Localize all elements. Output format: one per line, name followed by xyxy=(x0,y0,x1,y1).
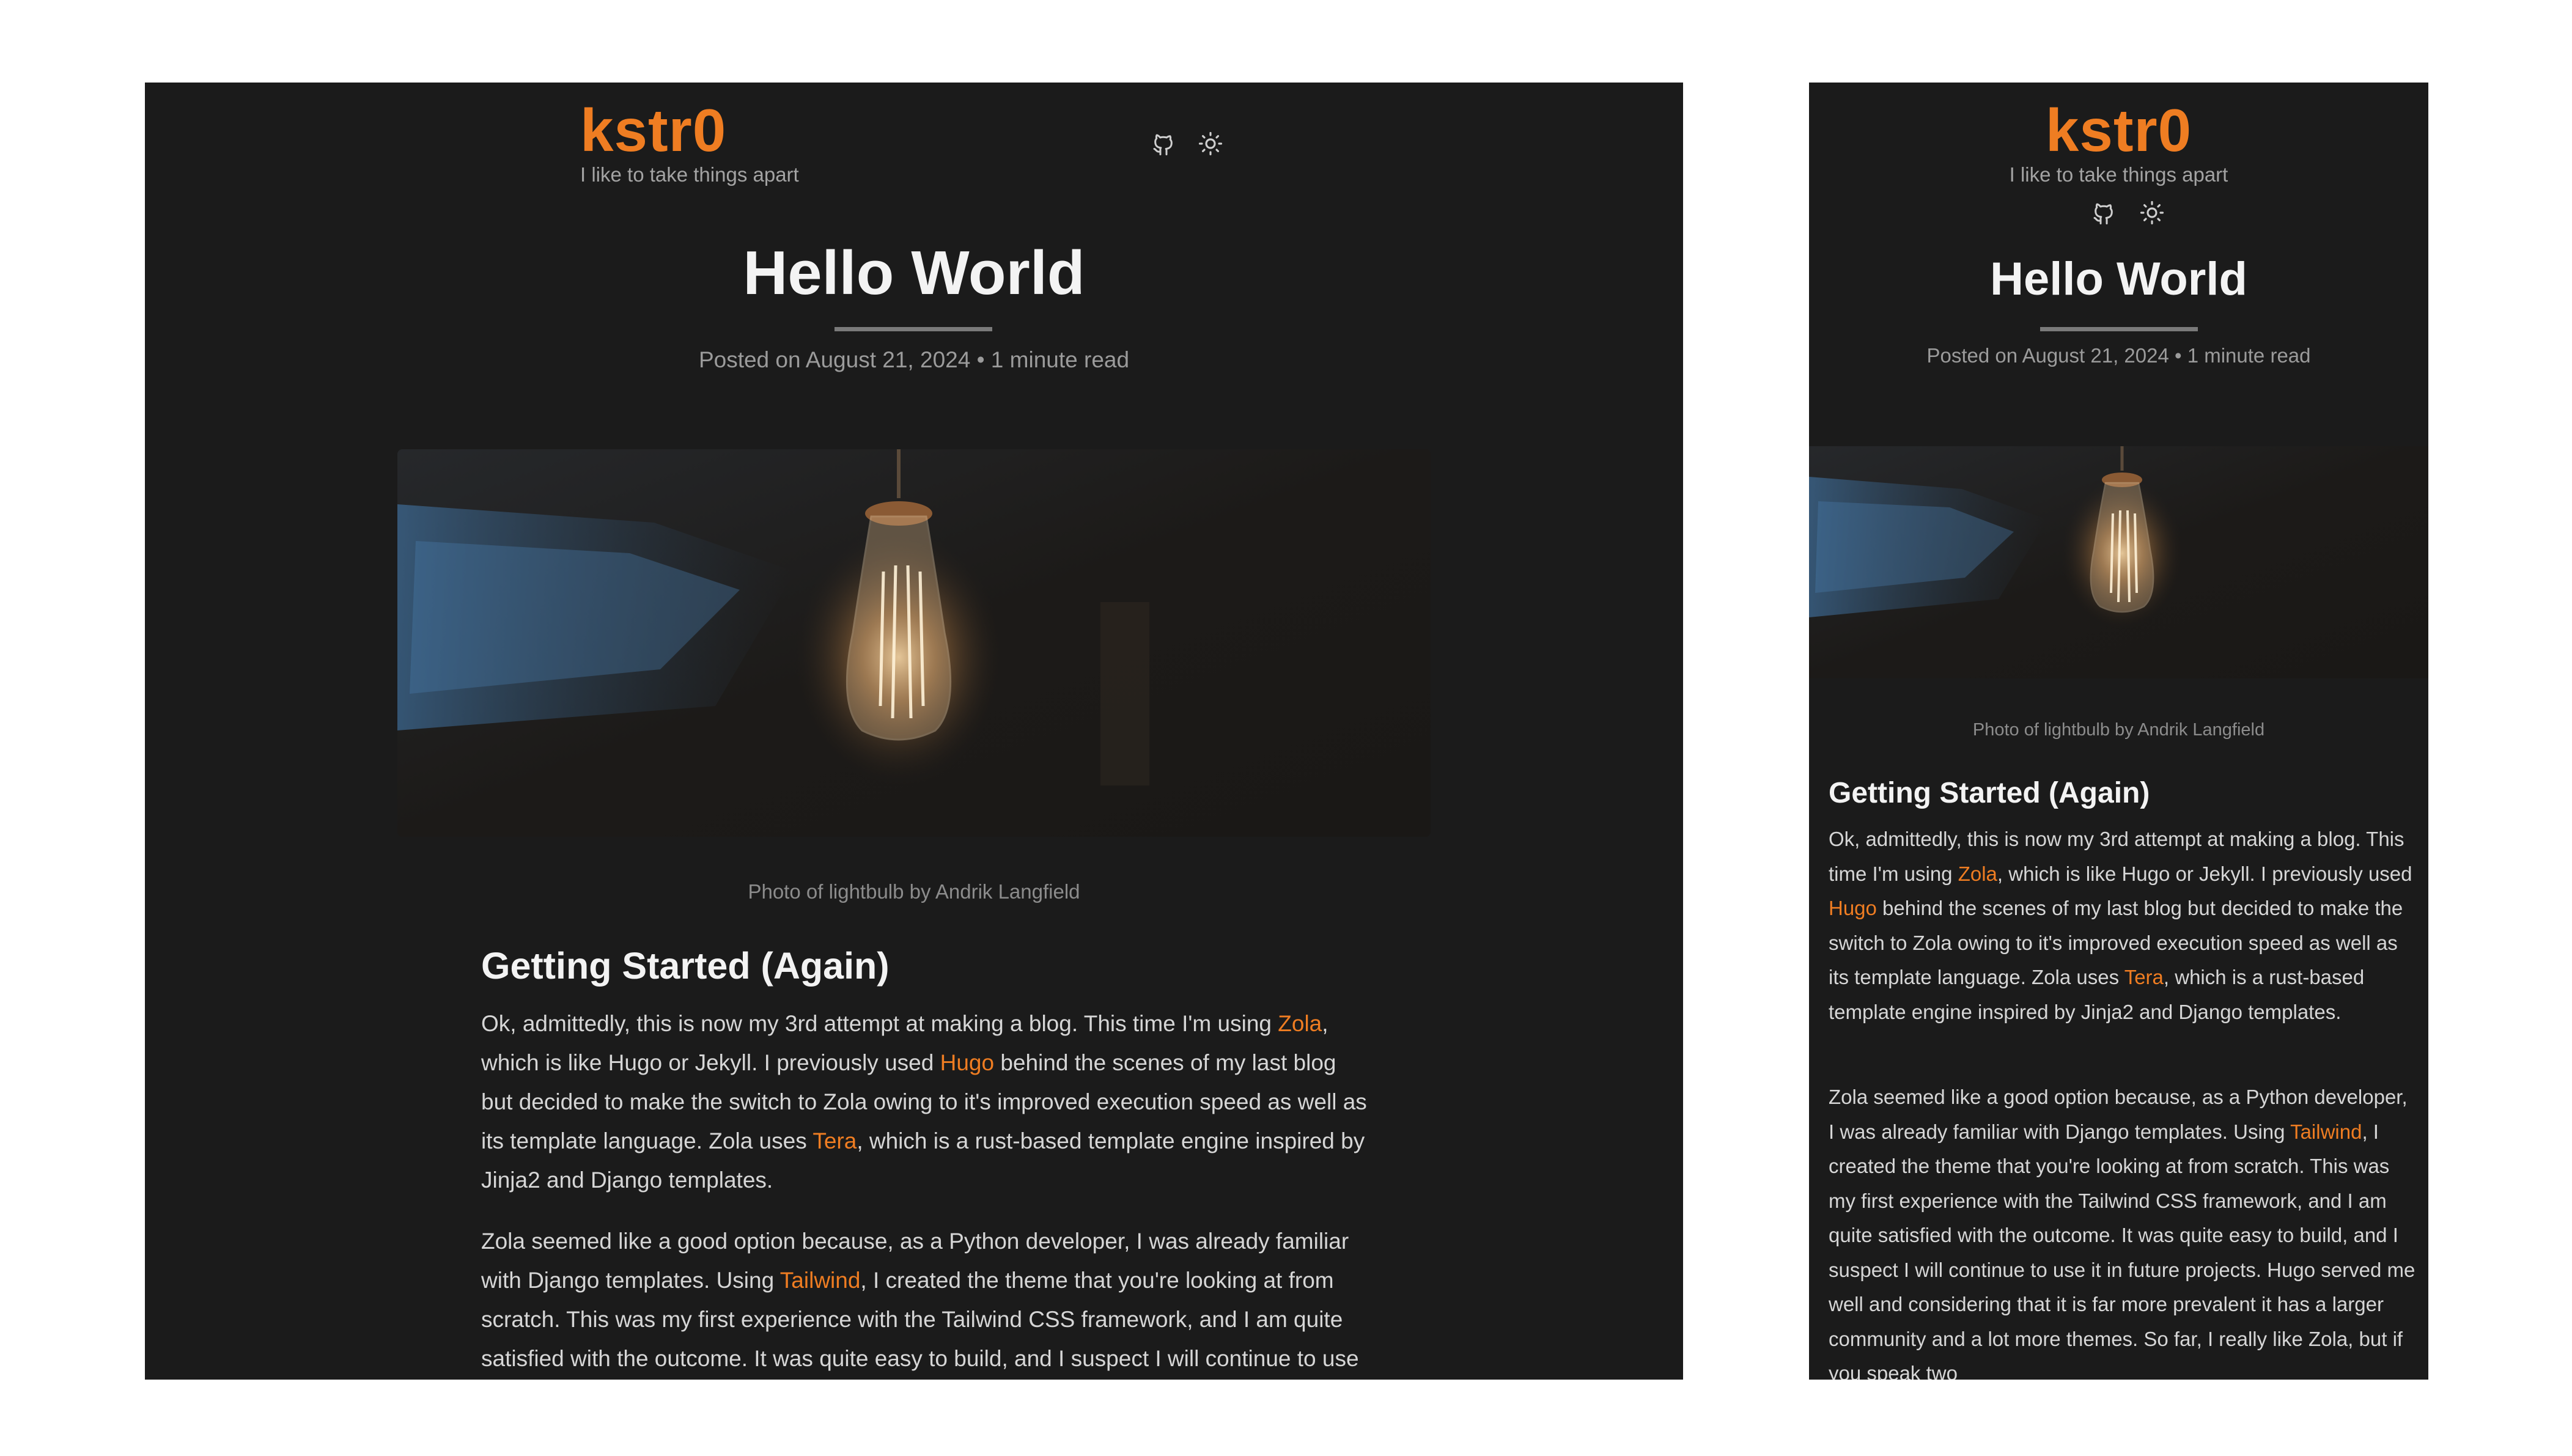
paragraph-2: Zola seemed like a good option because, … xyxy=(1829,1086,2415,1380)
hugo-link[interactable]: Hugo xyxy=(940,1050,994,1075)
site-tagline: I like to take things apart xyxy=(2009,163,2228,186)
site-brand-link[interactable]: kstr0 xyxy=(1809,96,2428,165)
site-tagline: I like to take things apart xyxy=(580,163,799,186)
lightbulb-photo xyxy=(1809,446,2428,678)
title-divider xyxy=(2040,327,2198,331)
sun-icon[interactable] xyxy=(2139,200,2165,226)
post-meta: Posted on August 21, 2024 • 1 minute rea… xyxy=(698,347,1130,372)
section-heading: Getting Started (Again) xyxy=(1829,777,2150,809)
lightbulb-photo xyxy=(397,449,1431,837)
tailwind-link[interactable]: Tailwind xyxy=(2290,1120,2362,1143)
github-icon[interactable] xyxy=(2091,201,2116,226)
section-heading: Getting Started (Again) xyxy=(481,945,890,987)
paragraph-1: Ok, admittedly, this is now my 3rd attem… xyxy=(481,1011,1367,1193)
paragraph-1: Ok, admittedly, this is now my 3rd attem… xyxy=(1829,828,2412,1023)
hugo-link[interactable]: Hugo xyxy=(1829,897,1877,919)
image-caption: Photo of lightbulb by Andrik Langfield xyxy=(748,880,1080,903)
desktop-view: kstr0 I like to take things apart Hello … xyxy=(145,83,1683,1380)
tera-link[interactable]: Tera xyxy=(2124,966,2164,988)
image-caption: Photo of lightbulb by Andrik Langfield xyxy=(1972,720,2265,740)
paragraph-2: Zola seemed like a good option because, … xyxy=(481,1229,1359,1371)
title-divider xyxy=(835,327,992,331)
zola-link[interactable]: Zola xyxy=(1958,862,1997,885)
tera-link[interactable]: Tera xyxy=(813,1128,857,1153)
post-title: Hello World xyxy=(743,239,1085,307)
github-icon[interactable] xyxy=(1151,132,1176,156)
post-meta: Posted on August 21, 2024 • 1 minute rea… xyxy=(1926,344,2311,367)
sun-icon[interactable] xyxy=(1198,131,1223,156)
site-brand-link[interactable]: kstr0 xyxy=(580,96,726,165)
zola-link[interactable]: Zola xyxy=(1278,1011,1322,1036)
mobile-view: kstr0 I like to take things apart Hello … xyxy=(1809,83,2428,1380)
tailwind-link[interactable]: Tailwind xyxy=(780,1268,861,1293)
post-title: Hello World xyxy=(1990,253,2247,305)
